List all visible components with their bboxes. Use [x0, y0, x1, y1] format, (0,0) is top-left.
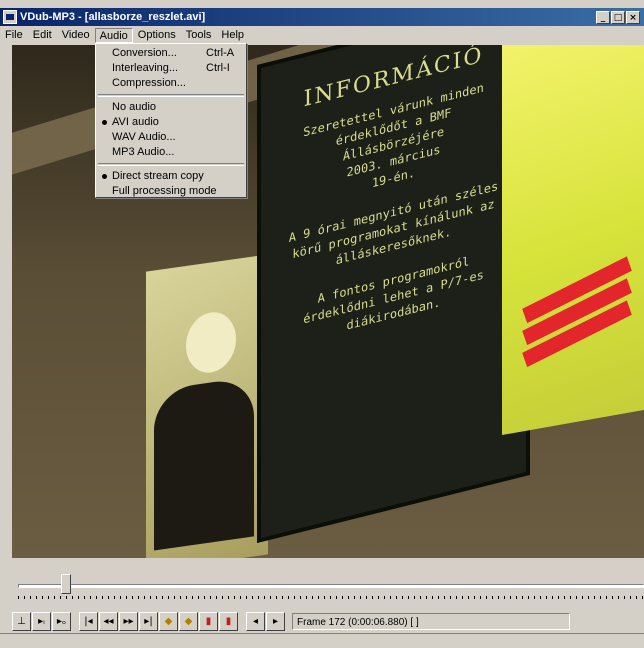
play-output-button[interactable]: ▸ₒ: [52, 611, 71, 631]
menu-help[interactable]: Help: [216, 28, 249, 43]
menu-item-interleaving[interactable]: Interleaving... Ctrl-I: [96, 61, 246, 76]
slider-thumb[interactable]: [61, 574, 72, 594]
menu-item-wav-audio[interactable]: WAV Audio...: [96, 130, 246, 145]
play-input-button[interactable]: ▸ᵢ: [32, 611, 51, 631]
menu-tools[interactable]: Tools: [181, 28, 217, 43]
prev-key-button[interactable]: ◆: [159, 611, 178, 631]
poster-dress: [154, 376, 254, 551]
vdub-window: VDub-MP3 - [allasborze_reszlet.avi] _ □ …: [0, 0, 644, 647]
minimize-button[interactable]: _: [596, 10, 610, 24]
start-button[interactable]: |◂: [79, 611, 98, 631]
status-bar: [0, 633, 644, 648]
poster-yellow: [502, 45, 644, 435]
menu-options[interactable]: Options: [133, 28, 181, 43]
poster-woman: [146, 254, 268, 558]
information-board: INFORMÁCIÓ Szeretettel várunk minden érd…: [257, 45, 530, 543]
menu-item-direct-stream-copy[interactable]: Direct stream copy: [96, 169, 246, 184]
menu-item-shortcut: Ctrl-A: [206, 47, 235, 59]
mark-in-button[interactable]: ◂: [246, 611, 265, 631]
menu-item-no-audio[interactable]: No audio: [96, 100, 246, 115]
radio-bullet-icon: [102, 174, 107, 179]
playback-toolbar: ⊥ ▸ᵢ ▸ₒ |◂ ◂◂ ▸▸ ▸| ◆ ◆ ▮ ▮ ◂ ▸ Frame 17…: [12, 610, 644, 632]
slider-track[interactable]: [18, 584, 644, 588]
menu-item-label: MP3 Audio...: [112, 146, 175, 158]
scene-prev-button[interactable]: ▮: [199, 611, 218, 631]
menu-item-label: WAV Audio...: [112, 131, 176, 143]
menu-item-shortcut: Ctrl-I: [206, 62, 230, 74]
menu-item-label: Conversion...: [112, 47, 177, 59]
menu-bar: File Edit Video Audio Options Tools Help: [0, 27, 644, 44]
next-key-button[interactable]: ◆: [179, 611, 198, 631]
menu-item-avi-audio[interactable]: AVI audio: [96, 115, 246, 130]
menu-file[interactable]: File: [0, 28, 28, 43]
stop-button[interactable]: ⊥: [12, 611, 31, 631]
menu-item-label: No audio: [112, 101, 157, 113]
menu-item-label: Compression...: [112, 77, 186, 89]
restore-button[interactable]: □: [611, 10, 625, 24]
menu-item-full-processing[interactable]: Full processing mode: [96, 184, 246, 199]
frame-indicator: Frame 172 (0:00:06.880) [ ]: [292, 612, 570, 630]
menu-separator: [98, 163, 244, 166]
menu-item-label: Full processing mode: [112, 185, 217, 197]
menu-separator: [98, 94, 244, 97]
menu-item-compression[interactable]: Compression...: [96, 76, 246, 91]
radio-bullet-icon: [102, 120, 107, 125]
poster-face: [186, 308, 236, 376]
window-title: VDub-MP3 - [allasborze_reszlet.avi]: [20, 11, 206, 23]
app-icon[interactable]: [3, 10, 17, 24]
close-button[interactable]: ×: [626, 10, 640, 24]
end-button[interactable]: ▸|: [139, 611, 158, 631]
board-text: INFORMÁCIÓ Szeretettel várunk minden érd…: [271, 45, 516, 354]
scene-next-button[interactable]: ▮: [219, 611, 238, 631]
menu-video[interactable]: Video: [57, 28, 95, 43]
menu-item-mp3-audio[interactable]: MP3 Audio...: [96, 145, 246, 160]
mark-out-button[interactable]: ▸: [266, 611, 285, 631]
slider-ticks: [18, 596, 644, 599]
next-frame-button[interactable]: ▸▸: [119, 611, 138, 631]
position-slider[interactable]: [12, 570, 644, 600]
audio-menu-dropdown: Conversion... Ctrl-A Interleaving... Ctr…: [95, 43, 247, 198]
prev-frame-button[interactable]: ◂◂: [99, 611, 118, 631]
menu-item-label: AVI audio: [112, 116, 159, 128]
menu-item-label: Direct stream copy: [112, 170, 204, 182]
menu-audio[interactable]: Audio: [94, 28, 133, 43]
menu-item-label: Interleaving...: [112, 62, 179, 74]
menu-item-conversion[interactable]: Conversion... Ctrl-A: [96, 46, 246, 61]
title-bar[interactable]: VDub-MP3 - [allasborze_reszlet.avi] _ □ …: [0, 8, 644, 26]
menu-edit[interactable]: Edit: [28, 28, 57, 43]
